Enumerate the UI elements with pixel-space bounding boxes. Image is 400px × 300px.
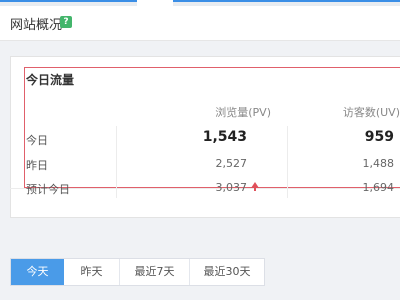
- question-icon[interactable]: ?: [60, 16, 72, 28]
- pv-column-header: 浏览量(PV): [215, 106, 271, 119]
- traffic-title: 今日流量: [26, 73, 75, 87]
- page-header: 网站概况 ?: [0, 6, 400, 41]
- uv-column-header: 访客数(UV): [342, 106, 400, 119]
- tab-last-7-days[interactable]: 最近7天: [120, 259, 190, 285]
- uv-today: 959: [364, 129, 394, 145]
- row-label-forecast: 预计今日: [26, 183, 70, 196]
- page-title: 网站概况: [10, 18, 63, 33]
- tab-yesterday[interactable]: 昨天: [64, 259, 120, 285]
- row-label-yesterday: 昨日: [26, 159, 48, 172]
- date-range-tabs: 今天 昨天 最近7天 最近30天: [10, 258, 265, 286]
- top-accent-line: [0, 0, 400, 2]
- uv-forecast: 1,694: [362, 181, 395, 194]
- uv-yesterday: 1,488: [362, 157, 395, 170]
- pv-today: 1,543: [202, 129, 247, 145]
- up-arrow-stem: [254, 187, 256, 191]
- pv-yesterday: 2,527: [215, 157, 248, 170]
- tab-last-30-days[interactable]: 最近30天: [190, 259, 264, 285]
- column-divider: [287, 126, 288, 198]
- pv-forecast: 3,037: [215, 181, 248, 194]
- column-divider: [116, 126, 117, 198]
- tab-today[interactable]: 今天: [11, 259, 64, 285]
- row-label-today: 今日: [26, 134, 48, 147]
